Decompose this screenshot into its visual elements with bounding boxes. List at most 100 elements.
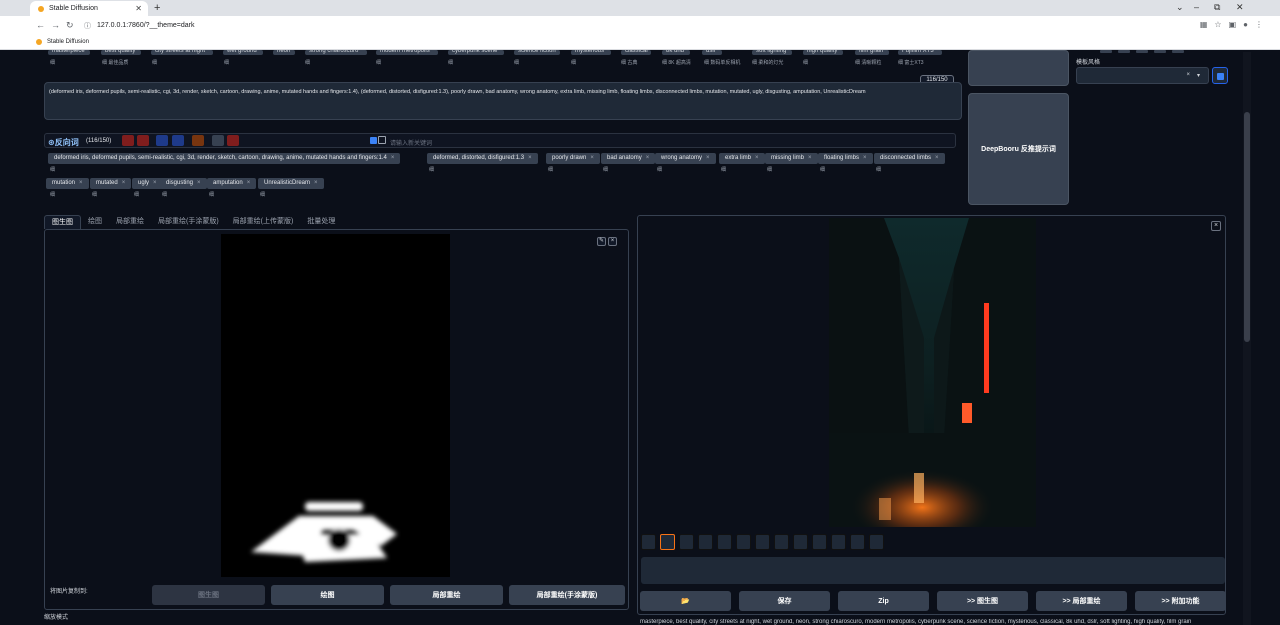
grid-thumbnail[interactable] [641, 534, 656, 550]
negative-tag[interactable]: mutated × [90, 178, 132, 189]
tag-grid-icon[interactable]: 细 [134, 191, 139, 198]
tag-grid-icon[interactable]: 细 [603, 166, 608, 173]
tab-inpaint-upload[interactable]: 局部重绘(上传蒙版) [226, 215, 301, 229]
send-to-img2img-button[interactable]: >> 图生图 [937, 591, 1028, 611]
gallery-thumbnail[interactable] [698, 534, 713, 550]
tag-grid-icon[interactable]: 细 [767, 166, 772, 173]
negative-tag[interactable]: amputation × [207, 178, 257, 189]
tag-grid-icon[interactable]: 细 [876, 166, 881, 173]
tool-icon[interactable] [1100, 50, 1112, 53]
enable-checkbox[interactable] [370, 137, 377, 144]
site-info-icon[interactable]: ⓘ [84, 21, 91, 31]
prompt-tag[interactable]: Fujifilm XT3 [898, 50, 942, 55]
prompt-tag[interactable]: high quality [803, 50, 843, 55]
tag-grid-icon[interactable]: 细 [820, 166, 825, 173]
template-style-select[interactable]: × ▾ [1076, 67, 1209, 84]
prompt-tag[interactable]: masterpiece [48, 50, 90, 55]
close-gallery-icon[interactable]: × [1211, 221, 1221, 231]
tag-grid-icon[interactable]: 细 [657, 166, 662, 173]
edit-icon[interactable]: ✎ [597, 237, 606, 246]
gallery-thumbnail[interactable] [812, 534, 827, 550]
tag-grid-icon[interactable]: 细 [721, 166, 726, 173]
save-button[interactable]: 保存 [739, 591, 830, 611]
select-clear-icon[interactable]: × [1186, 72, 1190, 78]
gallery-thumbnail[interactable] [736, 534, 751, 550]
negative-tag[interactable]: ugly × [132, 178, 163, 189]
trash-button[interactable] [227, 135, 239, 146]
tab-img2img[interactable]: 图生图 [44, 215, 81, 229]
scrollbar-thumb[interactable] [1244, 112, 1250, 342]
tool-icon[interactable] [1136, 50, 1148, 53]
bookmark-item[interactable]: Stable Diffusion [47, 39, 89, 45]
tab-search-chevron-icon[interactable]: ⌄ [1176, 2, 1184, 13]
negative-section-label[interactable]: ⊛反向词 [48, 137, 79, 148]
interrogate-clip-button[interactable] [968, 50, 1069, 86]
deepbooru-button[interactable]: DeepBooru 反推提示词 [968, 93, 1069, 205]
prompt-tag[interactable]: mysterious [571, 50, 611, 55]
minimize-icon[interactable]: – [1194, 2, 1199, 12]
tag-grid-icon[interactable]: 细 [209, 191, 214, 198]
prompt-tag[interactable]: classical [621, 50, 651, 55]
tab-batch[interactable]: 批量处理 [300, 215, 342, 229]
keyword-input[interactable]: 请输入新关键词 [390, 138, 432, 147]
new-tab-plus-icon[interactable]: + [154, 2, 160, 14]
back-arrow-icon[interactable]: ← [36, 20, 45, 30]
forward-arrow-icon[interactable]: → [51, 20, 60, 30]
negative-tag[interactable]: missing limb × [765, 153, 818, 164]
gallery-thumbnail[interactable] [755, 534, 770, 550]
send-to-inpaint-button[interactable]: >> 局部重绘 [1036, 591, 1127, 611]
tool-icon[interactable] [1172, 50, 1184, 53]
paste-button[interactable] [172, 135, 184, 146]
negative-tag[interactable]: bad anatomy × [601, 153, 656, 164]
tag-grid-icon[interactable]: 细 [260, 191, 265, 198]
negative-tag[interactable]: mutation × [46, 178, 89, 189]
tool-icon[interactable] [1154, 50, 1166, 53]
prompt-tag[interactable]: soft lighting [752, 50, 792, 55]
page-scrollbar[interactable] [1243, 52, 1251, 625]
negative-tag[interactable]: disgusting × [160, 178, 207, 189]
tab-inpaint-sketch[interactable]: 局部重绘(手涂蒙版) [151, 215, 226, 229]
gallery-thumbnail[interactable] [793, 534, 808, 550]
negative-tag[interactable]: deformed, distorted, disfigured:1.3 × [427, 153, 538, 164]
prompt-tag[interactable]: wet ground [223, 50, 263, 55]
negative-prompt-textarea[interactable]: (deformed iris, deformed pupils, semi-re… [44, 82, 962, 120]
negative-tag[interactable]: disconnected limbs × [874, 153, 945, 164]
tag-grid-icon[interactable]: 细 [50, 166, 55, 173]
history-button[interactable] [212, 135, 224, 146]
prompt-tag[interactable]: film grain [855, 50, 889, 55]
copy-to-inpaint-button[interactable]: 局部重绘 [390, 585, 503, 605]
prompt-tag[interactable]: neon [273, 50, 295, 55]
prompt-tag[interactable]: cyberpunk scene [448, 50, 504, 55]
copy-to-inpaint-sketch-button[interactable]: 局部重绘(手涂蒙版) [509, 585, 625, 605]
tag-grid-icon[interactable]: 细 [50, 191, 55, 198]
generated-image[interactable] [829, 218, 1036, 527]
send-to-extras-button[interactable]: >> 附加功能 [1135, 591, 1226, 611]
gallery-thumbnail[interactable] [831, 534, 846, 550]
tag-grid-icon[interactable]: 细 [548, 166, 553, 173]
restore-icon[interactable]: ⧉ [1214, 2, 1220, 13]
zip-button[interactable]: Zip [838, 591, 929, 611]
tag-grid-icon[interactable]: 细 [429, 166, 434, 173]
copy-to-sketch-button[interactable]: 绘图 [271, 585, 384, 605]
prompt-tag[interactable]: science fiction [514, 50, 560, 55]
gallery-thumbnail[interactable] [869, 534, 884, 550]
negative-tag[interactable]: UnrealisticDream × [258, 178, 324, 189]
prompt-tag[interactable]: dslr [702, 50, 722, 55]
prompt-tag[interactable]: 8k uhd [662, 50, 690, 55]
secondary-checkbox[interactable] [378, 136, 386, 144]
delete-button[interactable] [137, 135, 149, 146]
tool-icon[interactable] [1118, 50, 1130, 53]
copy-to-img2img-button[interactable]: 图生图 [152, 585, 265, 605]
tab-sketch[interactable]: 绘图 [81, 215, 109, 229]
input-image-canvas[interactable] [221, 234, 450, 577]
browser-tab[interactable]: Stable Diffusion ✕ [30, 1, 148, 16]
tab-inpaint[interactable]: 局部重绘 [109, 215, 151, 229]
tag-grid-icon[interactable]: 细 [92, 191, 97, 198]
negative-tag[interactable]: deformed iris, deformed pupils, semi-rea… [48, 153, 401, 164]
clear-image-icon[interactable]: × [608, 237, 617, 246]
chevron-down-icon[interactable]: ▾ [1197, 72, 1200, 79]
prompt-tag[interactable]: best quality [101, 50, 141, 55]
negative-tag[interactable]: wrong anatomy × [655, 153, 716, 164]
reload-icon[interactable]: ↻ [66, 20, 74, 31]
prompt-tag[interactable]: strong chiaroscuro [305, 50, 367, 55]
